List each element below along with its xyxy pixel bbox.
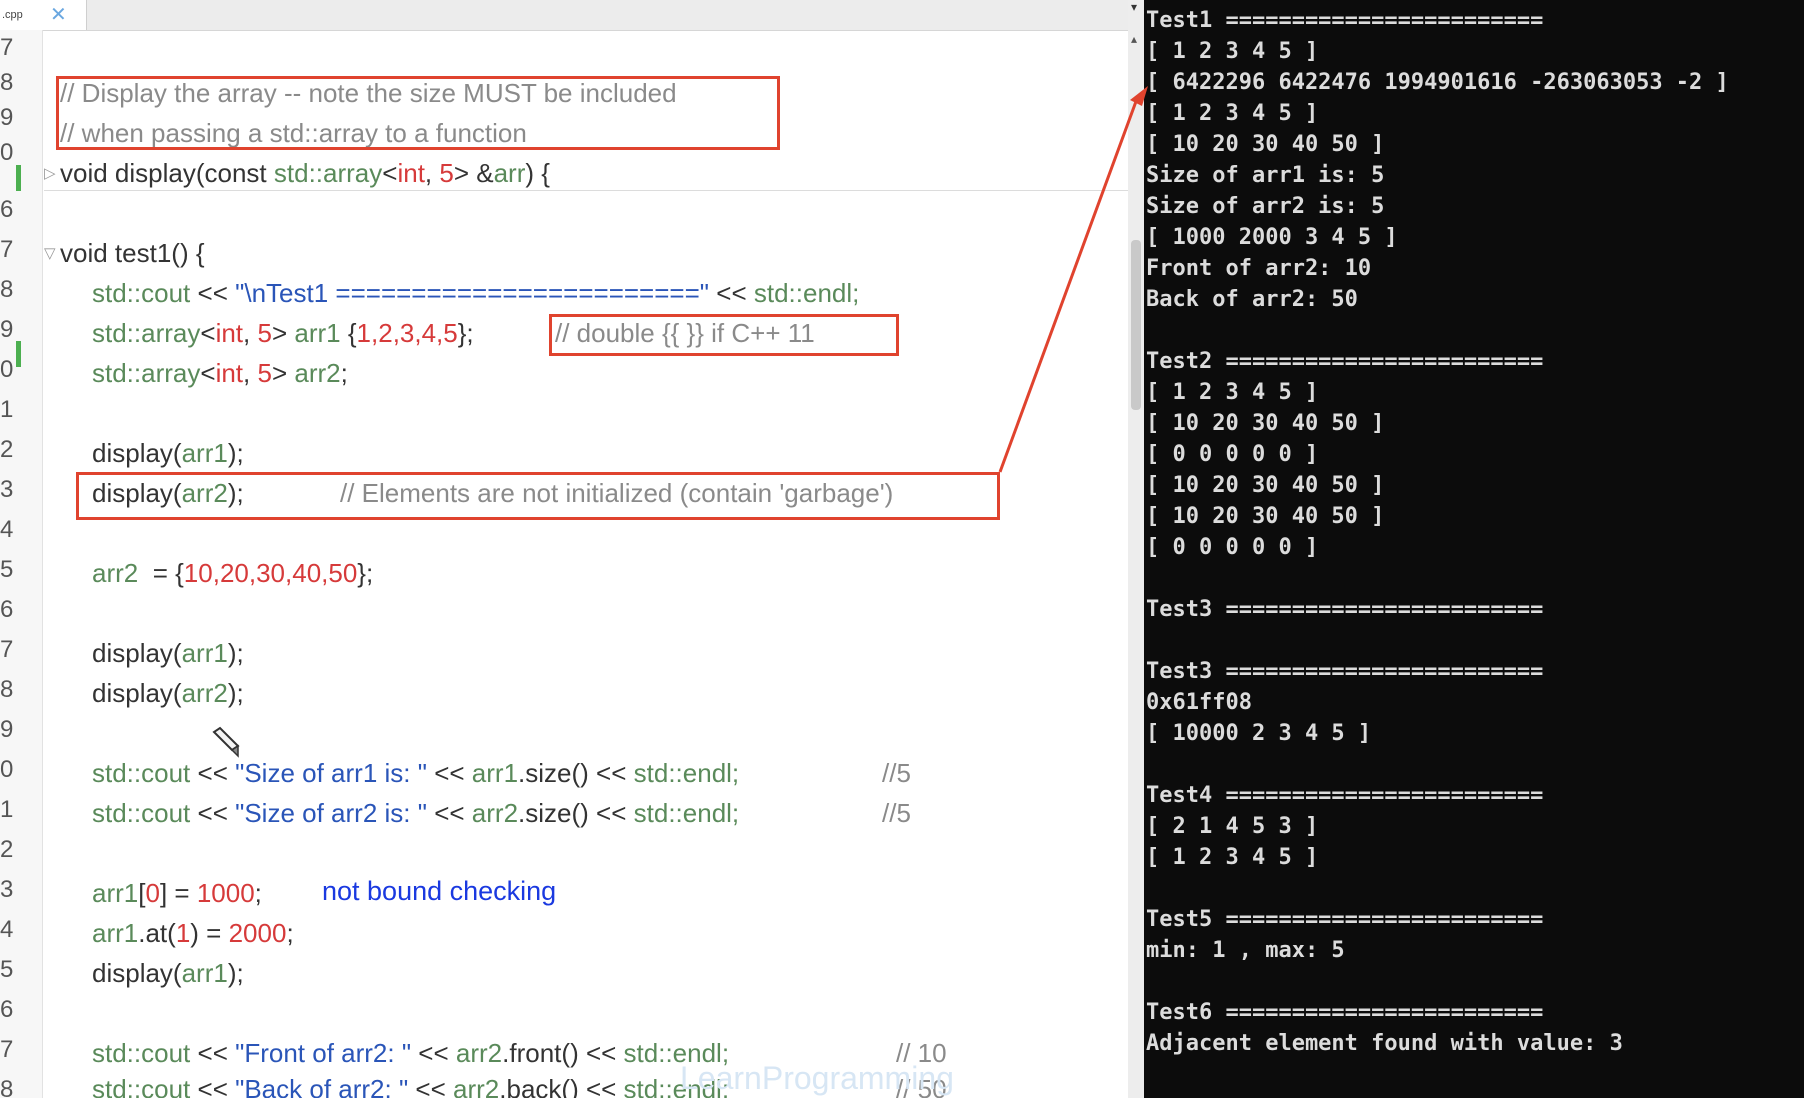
line-number: 9 — [0, 716, 14, 743]
line-number: 8 — [0, 676, 14, 703]
line-number: 0 — [0, 356, 14, 383]
line-number: 5 — [0, 556, 14, 583]
console-line: [ 1 2 3 4 5 ] — [1146, 845, 1319, 870]
console-line: Test5 ======================== — [1146, 907, 1544, 932]
console-line: Test4 ======================== — [1146, 783, 1544, 808]
line-number: 4 — [0, 516, 14, 543]
console-line: [ 0 0 0 0 0 ] — [1146, 442, 1319, 467]
console-line: Test3 ======================== — [1146, 659, 1544, 684]
console-line: [ 6422296 6422476 1994901616 -263063053 … — [1146, 70, 1729, 95]
code-line-display-arr2: display(arr2); — [92, 678, 244, 708]
line-number: 1 — [0, 796, 14, 823]
line-number: 5 — [0, 956, 14, 983]
console-line: Test3 ======================== — [1146, 597, 1544, 622]
line-number: 4 — [0, 916, 14, 943]
code-line-display-arr1: display(arr1); — [92, 958, 244, 988]
line-number: 7 — [0, 236, 14, 263]
console-line: [ 10 20 30 40 50 ] — [1146, 411, 1385, 436]
annotation-box-comment — [56, 76, 780, 150]
file-tab[interactable]: .cpp ✕ — [0, 0, 87, 30]
line-number: 8 — [0, 276, 14, 303]
code-line-arr2-declaration: std::array<int, 5> arr2; — [92, 358, 348, 388]
console-line: min: 1 , max: 5 — [1146, 938, 1345, 963]
line-number: 8 — [0, 1076, 14, 1098]
code-line-display-signature: void display(const std::array<int, 5> &a… — [60, 158, 550, 188]
line-number: 9 — [0, 104, 14, 131]
pencil-cursor-icon — [212, 726, 240, 758]
line-number: 2 — [0, 836, 14, 863]
line-number: 3 — [0, 476, 14, 503]
code-line-size-arr1: std::cout << "Size of arr1 is: " << arr1… — [92, 758, 740, 788]
console-line: [ 1000 2000 3 4 5 ] — [1146, 225, 1398, 250]
console-line: Back of arr2: 50 — [1146, 287, 1358, 312]
vertical-scrollbar[interactable]: ▾ ▴ — [1128, 0, 1144, 1098]
line-number: 8 — [0, 69, 14, 96]
watermark-logo: LearnProgramming — [680, 1060, 954, 1096]
function-separator — [44, 190, 1128, 191]
annotation-box-garbage — [76, 472, 1000, 520]
console-line: Test1 ======================== — [1146, 8, 1544, 33]
line-number-gutter: 7 8 9 0 6 7 8 9 0 1 2 3 4 5 6 7 8 9 0 1 … — [0, 30, 43, 1098]
line-number: 9 — [0, 316, 14, 343]
code-comment-size: //5 — [882, 798, 911, 828]
console-line: [ 10000 2 3 4 5 ] — [1146, 721, 1372, 746]
scroll-down-arrow-icon[interactable]: ▾ — [1131, 0, 1137, 14]
console-line: [ 10 20 30 40 50 ] — [1146, 473, 1385, 498]
console-line: Size of arr1 is: 5 — [1146, 163, 1385, 188]
scrollbar-thumb[interactable] — [1131, 240, 1141, 410]
console-line: [ 1 2 3 4 5 ] — [1146, 39, 1319, 64]
console-line: Size of arr2 is: 5 — [1146, 194, 1385, 219]
console-line: [ 10 20 30 40 50 ] — [1146, 504, 1385, 529]
scroll-up-arrow-icon[interactable]: ▴ — [1131, 32, 1137, 46]
code-line-test1-signature: void test1() { — [60, 238, 205, 268]
tab-bar: .cpp ✕ — [0, 0, 1128, 31]
console-line: Adjacent element found with value: 3 — [1146, 1031, 1623, 1056]
code-line-front: std::cout << "Front of arr2: " << arr2.f… — [92, 1038, 730, 1068]
code-line-arr1-index: arr1[0] = 1000; — [92, 878, 262, 908]
close-icon[interactable]: ✕ — [50, 2, 67, 27]
code-line-cout-test1: std::cout << "\nTest1 ==================… — [92, 278, 860, 308]
code-line-arr1-at: arr1.at(1) = 2000; — [92, 918, 294, 948]
console-line: Test6 ======================== — [1146, 1000, 1544, 1025]
change-marker — [16, 165, 21, 191]
fold-icon[interactable]: ▽ — [44, 244, 56, 262]
line-number: 7 — [0, 1036, 14, 1063]
line-number: 7 — [0, 636, 14, 663]
line-number: 7 — [0, 34, 14, 61]
console-line: [ 1 2 3 4 5 ] — [1146, 380, 1319, 405]
console-line: [ 2 1 4 5 3 ] — [1146, 814, 1319, 839]
console-output: Test1 ======================== [ 1 2 3 4… — [1144, 0, 1804, 1098]
code-line-display-arr1: display(arr1); — [92, 438, 244, 468]
fold-icon[interactable]: ▷ — [44, 164, 56, 182]
console-line: [ 10 20 30 40 50 ] — [1146, 132, 1385, 157]
code-line-arr2-assign: arr2 = {10,20,30,40,50}; — [92, 558, 374, 588]
annotation-box-cpp11 — [549, 314, 899, 356]
code-editor[interactable]: .cpp ✕ 7 8 9 0 6 7 8 9 0 1 2 3 4 5 6 7 8… — [0, 0, 1128, 1098]
code-line-arr1-declaration: std::array<int, 5> arr1 {1,2,3,4,5}; — [92, 318, 474, 348]
code-line-display-arr1: display(arr1); — [92, 638, 244, 668]
console-line: Front of arr2: 10 — [1146, 256, 1372, 281]
console-line: Test2 ======================== — [1146, 349, 1544, 374]
file-tab-label: .cpp — [2, 9, 23, 21]
console-line: [ 0 0 0 0 0 ] — [1146, 535, 1319, 560]
code-line-back: std::cout << "Back of arr2: " << arr2.ba… — [92, 1074, 730, 1098]
code-comment-size: //5 — [882, 758, 911, 788]
annotation-note-bound-checking: not bound checking — [322, 876, 557, 906]
line-number: 2 — [0, 436, 14, 463]
line-number: 0 — [0, 139, 14, 166]
line-number: 1 — [0, 396, 14, 423]
line-number: 0 — [0, 756, 14, 783]
console-line: 0x61ff08 — [1146, 690, 1252, 715]
code-line-size-arr2: std::cout << "Size of arr2 is: " << arr2… — [92, 798, 740, 828]
line-number: 6 — [0, 196, 14, 223]
line-number: 6 — [0, 996, 14, 1023]
line-number: 3 — [0, 876, 14, 903]
line-number: 6 — [0, 596, 14, 623]
console-line: [ 1 2 3 4 5 ] — [1146, 101, 1319, 126]
change-marker — [16, 341, 21, 367]
